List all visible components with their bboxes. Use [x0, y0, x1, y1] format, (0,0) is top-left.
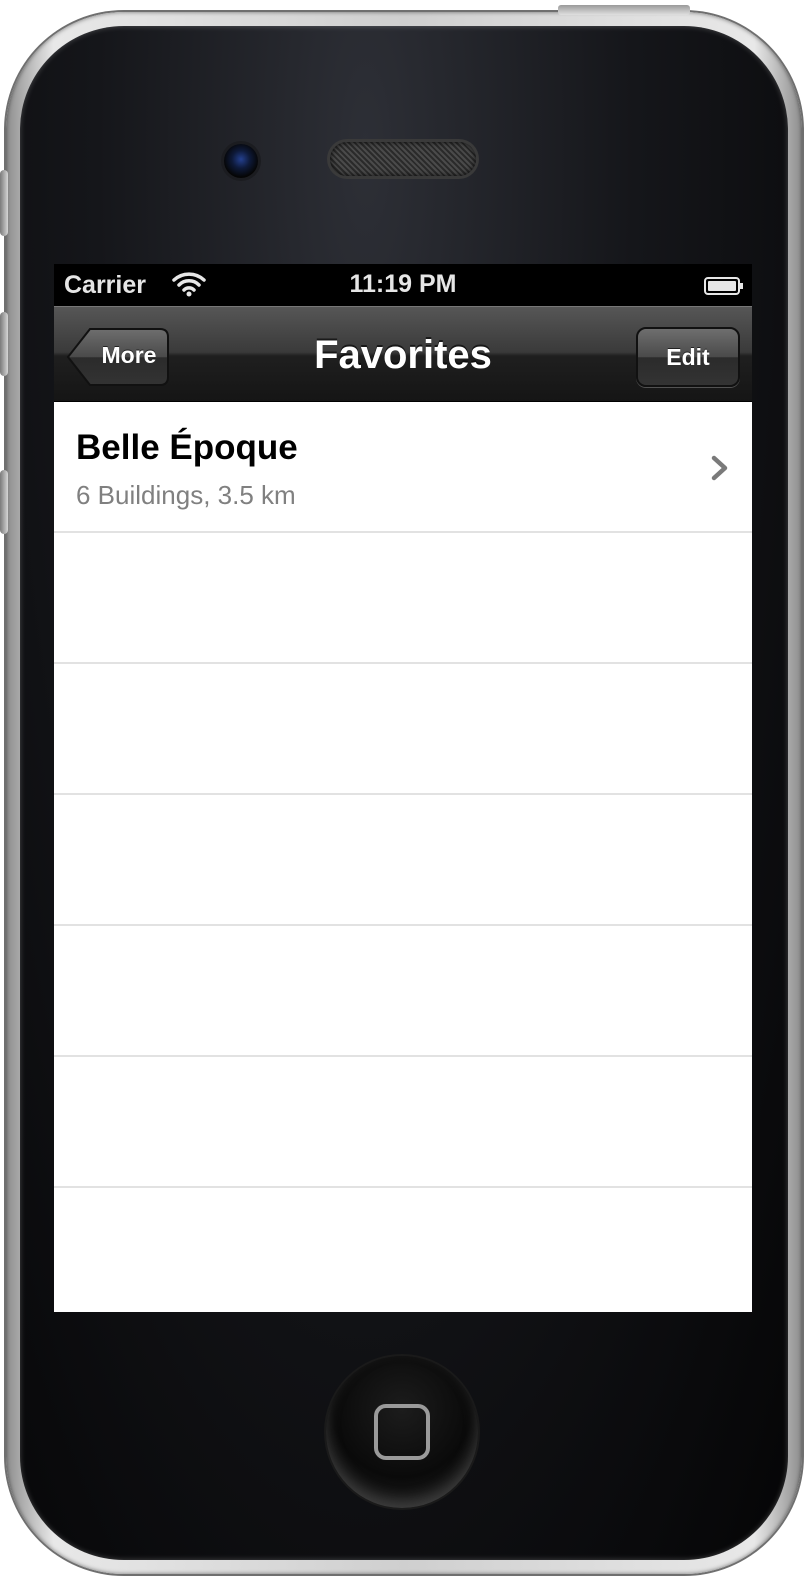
- empty-table-row: [54, 1188, 752, 1312]
- table-row[interactable]: Belle Époque 6 Buildings, 3.5 km: [54, 402, 752, 533]
- edit-button[interactable]: Edit: [636, 327, 740, 387]
- empty-table-row: [54, 664, 752, 795]
- empty-table-row: [54, 795, 752, 926]
- home-button[interactable]: [326, 1356, 478, 1508]
- row-subtitle: 6 Buildings, 3.5 km: [76, 480, 296, 510]
- chevron-right-icon: [711, 455, 728, 481]
- volume-up-button: [0, 312, 8, 376]
- volume-down-button: [0, 470, 8, 534]
- mute-switch: [0, 170, 8, 236]
- navigation-bar: More Favorites Edit: [54, 306, 752, 402]
- row-title: Belle Époque: [76, 428, 298, 467]
- status-time: 11:19 PM: [349, 270, 457, 298]
- empty-table-row: [54, 926, 752, 1057]
- battery-icon: [704, 277, 743, 295]
- screen: Carrier 11:19 PM More Favorites Edit Bel…: [54, 264, 752, 1312]
- sleep-button: [558, 5, 690, 15]
- earpiece-speaker: [330, 142, 476, 176]
- home-square-icon: [374, 1404, 430, 1460]
- empty-table-row: [54, 1057, 752, 1188]
- empty-table-row: [54, 533, 752, 664]
- favorites-table: Belle Époque 6 Buildings, 3.5 km: [54, 402, 752, 1312]
- front-camera: [224, 144, 258, 178]
- status-bar: Carrier 11:19 PM: [54, 264, 752, 306]
